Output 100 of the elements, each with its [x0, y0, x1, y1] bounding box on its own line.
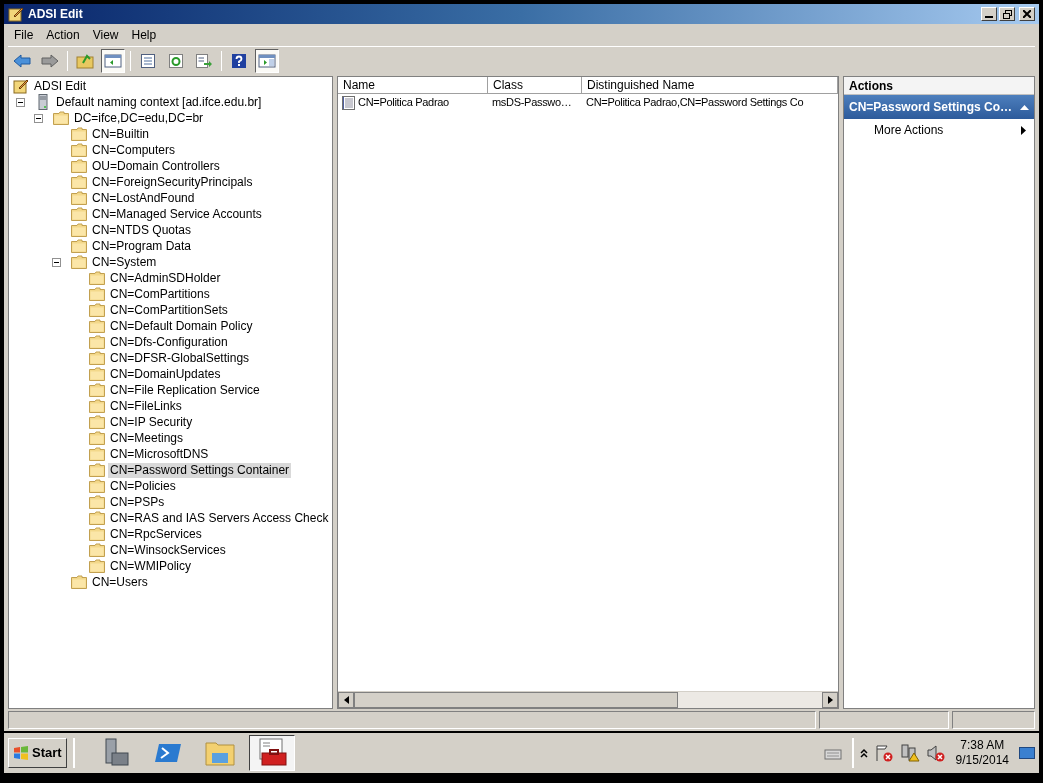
- tree-item[interactable]: Default naming context [ad.ifce.edu.br]: [54, 94, 264, 110]
- tree-item[interactable]: CN=RAS and IAS Servers Access Check: [108, 510, 331, 526]
- help-icon: [231, 52, 247, 69]
- folder-icon: [53, 111, 69, 125]
- tree-item[interactable]: CN=File Replication Service: [108, 382, 262, 398]
- taskbar-button[interactable]: [248, 735, 295, 771]
- tree-item[interactable]: CN=ComPartitionSets: [108, 302, 230, 318]
- tree-item[interactable]: CN=DomainUpdates: [108, 366, 223, 382]
- column-header[interactable]: Class: [488, 77, 582, 94]
- column-header[interactable]: Distinguished Name: [582, 77, 838, 94]
- tree-item[interactable]: CN=AdminSDHolder: [108, 270, 223, 286]
- clock-time[interactable]: 7:38 AM: [960, 738, 1005, 753]
- tree-item[interactable]: CN=Builtin: [90, 126, 152, 142]
- minimize-button[interactable]: [981, 7, 997, 21]
- folder-icon: [71, 239, 87, 253]
- folder-icon: [71, 223, 87, 237]
- close-icon: [1023, 10, 1031, 18]
- tree-item[interactable]: CN=ComPartitions: [108, 286, 212, 302]
- tree-item[interactable]: CN=WinsockServices: [108, 542, 228, 558]
- refresh-icon: [168, 52, 184, 69]
- menu-item[interactable]: Action: [40, 24, 86, 46]
- folder-icon: [89, 431, 105, 445]
- flag-error-icon[interactable]: [873, 744, 894, 762]
- folder-icon: [89, 527, 105, 541]
- chevron-up-icon[interactable]: [859, 748, 868, 758]
- collapse-up-icon: [1020, 104, 1029, 110]
- tree-item[interactable]: CN=DFSR-GlobalSettings: [108, 350, 252, 366]
- tree-item[interactable]: CN=Program Data: [90, 238, 194, 254]
- tree-item[interactable]: CN=RpcServices: [108, 526, 204, 542]
- toolbar-button[interactable]: [255, 48, 279, 73]
- right-arrow-icon: [827, 696, 833, 704]
- horizontal-scrollbar[interactable]: [338, 691, 838, 708]
- tree-item[interactable]: CN=IP Security: [108, 414, 195, 430]
- folder-icon: [71, 575, 87, 589]
- folder-icon: [89, 383, 105, 397]
- collapse-icon[interactable]: [52, 257, 61, 267]
- tree-item[interactable]: CN=Users: [90, 574, 150, 590]
- menu-item[interactable]: View: [86, 24, 125, 46]
- tree-item[interactable]: CN=NTDS Quotas: [90, 222, 194, 238]
- folder-icon: [71, 159, 87, 173]
- tree-item[interactable]: CN=Meetings: [108, 430, 186, 446]
- restore-button[interactable]: [999, 7, 1015, 21]
- notepad-pencil-icon: [13, 78, 29, 94]
- tree-item[interactable]: CN=ForeignSecurityPrincipals: [90, 174, 255, 190]
- close-button[interactable]: [1019, 7, 1035, 21]
- network-warning-icon[interactable]: [899, 744, 920, 762]
- toolbar-button[interactable]: [101, 48, 125, 73]
- folder-icon: [89, 463, 105, 477]
- tree-item[interactable]: CN=Password Settings Container: [108, 462, 292, 478]
- action-item[interactable]: More Actions: [844, 119, 1034, 141]
- table-cell-text: CN=Politica Padrao: [358, 95, 449, 111]
- tree-item[interactable]: CN=WMIPolicy: [108, 558, 193, 574]
- notepad-pencil-icon: [8, 6, 24, 22]
- tree-item[interactable]: CN=LostAndFound: [90, 190, 197, 206]
- tree-item[interactable]: CN=Computers: [90, 142, 178, 158]
- folder-icon: [89, 479, 105, 493]
- forward-arrow-icon: [41, 52, 59, 69]
- server-icon: [35, 94, 51, 110]
- scrollbar-thumb[interactable]: [354, 692, 678, 708]
- clock-date[interactable]: 9/15/2014: [955, 753, 1009, 768]
- folder-icon: [89, 351, 105, 365]
- menu-item[interactable]: File: [8, 24, 40, 46]
- start-button[interactable]: Start: [8, 738, 67, 768]
- left-arrow-icon: [343, 696, 349, 704]
- folder-icon: [89, 543, 105, 557]
- menu-item[interactable]: Help: [125, 24, 163, 46]
- speaker-muted-icon[interactable]: [925, 744, 946, 762]
- windows-flag-icon: [13, 745, 29, 761]
- back-arrow-icon: [13, 52, 31, 69]
- tree-item[interactable]: CN=PSPs: [108, 494, 167, 510]
- tree-item[interactable]: DC=ifce,DC=edu,DC=br: [72, 110, 206, 126]
- tree-item[interactable]: CN=MicrosoftDNS: [108, 446, 211, 462]
- folder-icon: [89, 335, 105, 349]
- folder-icon: [89, 367, 105, 381]
- show-desktop-icon[interactable]: [1019, 746, 1035, 760]
- tree-item[interactable]: CN=FileLinks: [108, 398, 184, 414]
- action-section-header[interactable]: CN=Password Settings Co…: [844, 95, 1034, 119]
- collapse-icon[interactable]: [16, 97, 25, 107]
- folder-icon: [71, 127, 87, 141]
- collapse-icon[interactable]: [34, 113, 43, 123]
- show-action-pane-icon: [258, 52, 276, 69]
- scroll-right-button[interactable]: [822, 692, 838, 708]
- tree-item[interactable]: CN=Dfs-Configuration: [108, 334, 230, 350]
- folder-icon: [89, 319, 105, 333]
- folder-icon: [71, 191, 87, 205]
- tree-item[interactable]: CN=Managed Service Accounts: [90, 206, 264, 222]
- folder-icon: [89, 447, 105, 461]
- table-cell-text: CN=Politica Padrao,CN=Password Settings Co: [586, 95, 804, 111]
- column-header[interactable]: Name: [338, 77, 488, 94]
- tree-item[interactable]: CN=Default Domain Policy: [108, 318, 255, 334]
- properties-sheet-icon: [140, 52, 156, 69]
- actions-header: Actions: [844, 77, 1034, 95]
- submenu-arrow-icon: [1021, 125, 1026, 135]
- tree-item[interactable]: ADSI Edit: [32, 78, 89, 94]
- scroll-left-button[interactable]: [338, 692, 354, 708]
- tree-item[interactable]: OU=Domain Controllers: [90, 158, 222, 174]
- tree-item[interactable]: CN=Policies: [108, 478, 178, 494]
- tree-item[interactable]: CN=System: [90, 254, 159, 270]
- table-cell-text: msDS-Passwo…: [492, 95, 572, 111]
- show-tree-icon: [104, 52, 122, 69]
